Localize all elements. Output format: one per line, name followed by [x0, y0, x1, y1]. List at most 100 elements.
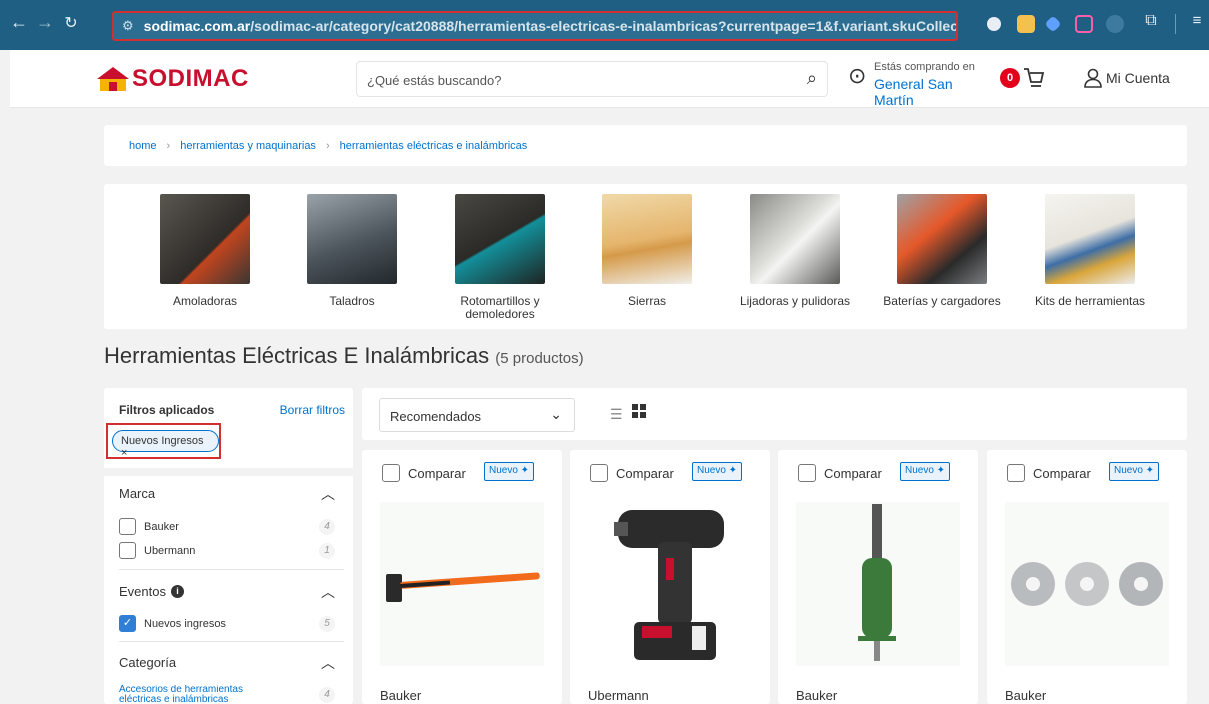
compare-toggle[interactable]: Comparar: [1007, 464, 1091, 482]
back-icon[interactable]: ←: [8, 12, 30, 33]
compare-toggle[interactable]: Comparar: [590, 464, 674, 482]
applied-filter-chip[interactable]: Nuevos Ingresos ×: [112, 430, 219, 459]
divider: [119, 641, 344, 642]
cart-icon: [1024, 68, 1044, 87]
breadcrumb: home › herramientas y maquinarias › herr…: [104, 125, 1187, 166]
product-card[interactable]: Comparar Nuevo ✦ Ubermann: [570, 450, 770, 704]
location-label: Estás comprando en: [874, 61, 975, 73]
filter-option-count: 4: [319, 519, 335, 535]
clear-filters-link[interactable]: Borrar filtros: [280, 403, 345, 417]
categoria-option-link[interactable]: Accesorios de herramientas eléctricas e …: [119, 685, 269, 704]
compare-toggle[interactable]: Comparar: [798, 464, 882, 482]
logo-house-icon: [96, 66, 130, 92]
sledgehammer-image[interactable]: [380, 502, 544, 666]
chevron-up-icon[interactable]: ︿: [321, 653, 335, 673]
product-card[interactable]: Comparar Nuevo ✦ Bauker: [778, 450, 978, 704]
diamond-discs-image[interactable]: [1005, 502, 1169, 666]
badge-text: Nuevo: [1114, 465, 1143, 476]
checkbox[interactable]: [798, 464, 816, 482]
category-baterias[interactable]: Baterías y cargadores: [872, 194, 1012, 308]
checkbox[interactable]: [119, 518, 136, 535]
divider: [119, 569, 344, 570]
filter-option-count: 5: [319, 616, 335, 632]
compare-label: Comparar: [1033, 465, 1091, 481]
eventos-heading[interactable]: Eventos i: [119, 584, 184, 599]
location-pin-icon: ⊙: [848, 63, 867, 88]
category-amoladoras[interactable]: Amoladoras: [135, 194, 275, 308]
breadcrumb-herramientas-maquinarias[interactable]: herramientas y maquinarias: [180, 140, 316, 152]
chevron-right-icon: ›: [325, 139, 330, 152]
account-label: Mi Cuenta: [1106, 70, 1170, 86]
sort-select[interactable]: Recomendados ⌄: [379, 398, 575, 432]
product-card[interactable]: Comparar Nuevo ✦ Bauker: [987, 450, 1187, 704]
page-title: Herramientas Eléctricas E Inalámbricas (…: [104, 343, 584, 369]
store-location[interactable]: ⊙ Estás comprando en General San Martín: [846, 57, 996, 108]
compare-toggle[interactable]: Comparar: [382, 464, 466, 482]
impact-driver-image[interactable]: [588, 502, 752, 666]
category-lijadoras[interactable]: Lijadoras y pulidoras: [725, 194, 865, 308]
info-icon[interactable]: i: [170, 585, 184, 598]
category-kits[interactable]: Kits de herramientas: [1020, 194, 1160, 308]
category-carousel: Amoladoras Taladros Rotomartillos y demo…: [104, 184, 1187, 329]
checkbox[interactable]: [1007, 464, 1025, 482]
new-badge: Nuevo ✦: [484, 462, 535, 481]
chevron-up-icon[interactable]: ︿: [321, 484, 335, 504]
pin-extension-icon[interactable]: [1106, 15, 1124, 33]
tag-extension-icon[interactable]: [1044, 15, 1062, 33]
checkbox-checked[interactable]: ✓: [119, 615, 136, 632]
logo-text: SODIMAC: [132, 65, 249, 92]
category-label: Lijadoras y pulidoras: [739, 294, 851, 308]
search-input[interactable]: ¿Qué estás buscando? ⌕: [356, 61, 828, 97]
checkbox[interactable]: [382, 464, 400, 482]
categoria-heading[interactable]: Categoría: [119, 655, 176, 670]
toolbar-divider: [1175, 14, 1176, 34]
extension-icon[interactable]: [1017, 15, 1035, 33]
filter-option-nuevos-ingresos[interactable]: ✓ Nuevos ingresos: [119, 615, 226, 632]
account-button[interactable]: Mi Cuenta: [1084, 68, 1170, 88]
category-label: Sierras: [627, 294, 666, 308]
extensions-puzzle-icon[interactable]: ⧉: [1140, 12, 1162, 30]
sort-toolbar: Recomendados ⌄ ☰: [362, 388, 1187, 440]
filter-option-bauker[interactable]: Bauker: [119, 518, 179, 535]
page-title-text: Herramientas Eléctricas E Inalámbricas: [104, 343, 490, 368]
cart-button[interactable]: 0: [998, 66, 1048, 92]
compare-label: Comparar: [824, 465, 882, 481]
sort-selected-value: Recomendados: [390, 409, 482, 424]
url-domain: sodimac.com.ar: [143, 18, 251, 34]
checkbox[interactable]: [590, 464, 608, 482]
sodimac-logo[interactable]: SODIMAC: [96, 65, 256, 93]
user-icon: [1084, 68, 1102, 88]
cart-count-badge: 0: [1000, 68, 1020, 88]
reading-list-icon[interactable]: ≡: [1186, 12, 1208, 29]
screen-capture-extension-icon[interactable]: [1075, 15, 1093, 33]
search-placeholder: ¿Qué estás buscando?: [367, 73, 502, 88]
category-label: Baterías y cargadores: [883, 294, 1001, 308]
reload-icon[interactable]: ↻: [60, 13, 82, 33]
filters-panel: Filtros aplicados Borrar filtros Nuevos …: [104, 388, 353, 704]
site-settings-icon[interactable]: ⚙: [122, 18, 134, 34]
search-icon[interactable]: ⌕: [807, 68, 817, 89]
product-brand: Bauker: [1005, 688, 1047, 703]
checkbox[interactable]: [119, 542, 136, 559]
breadcrumb-home[interactable]: home: [129, 140, 157, 152]
badge-text: Nuevo: [905, 465, 934, 476]
filter-option-ubermann[interactable]: Ubermann: [119, 542, 195, 559]
category-sierras[interactable]: Sierras: [577, 194, 717, 308]
drill-photo: [307, 194, 397, 284]
new-badge: Nuevo ✦: [692, 462, 743, 481]
category-label: Rotomartillos y demoledores: [460, 294, 540, 321]
chevron-up-icon[interactable]: ︿: [321, 582, 335, 602]
grid-view-icon[interactable]: [632, 404, 646, 418]
breadcrumb-current[interactable]: herramientas eléctricas e inalámbricas: [340, 140, 528, 152]
camera-extension-icon[interactable]: [987, 17, 1001, 31]
location-store-link[interactable]: General San Martín: [874, 76, 996, 108]
category-taladros[interactable]: Taladros: [282, 194, 422, 308]
filter-option-count: 1: [319, 543, 335, 559]
address-bar[interactable]: ⚙ sodimac.com.ar /sodimac-ar/category/ca…: [112, 11, 958, 41]
category-rotomartillos[interactable]: Rotomartillos y demoledores: [430, 194, 570, 321]
forward-icon[interactable]: →: [34, 12, 56, 33]
marca-heading[interactable]: Marca: [119, 486, 155, 501]
product-card[interactable]: Comparar Nuevo ✦ Bauker: [362, 450, 562, 704]
chisel-image[interactable]: [796, 502, 960, 666]
list-view-icon[interactable]: ☰: [610, 406, 623, 423]
